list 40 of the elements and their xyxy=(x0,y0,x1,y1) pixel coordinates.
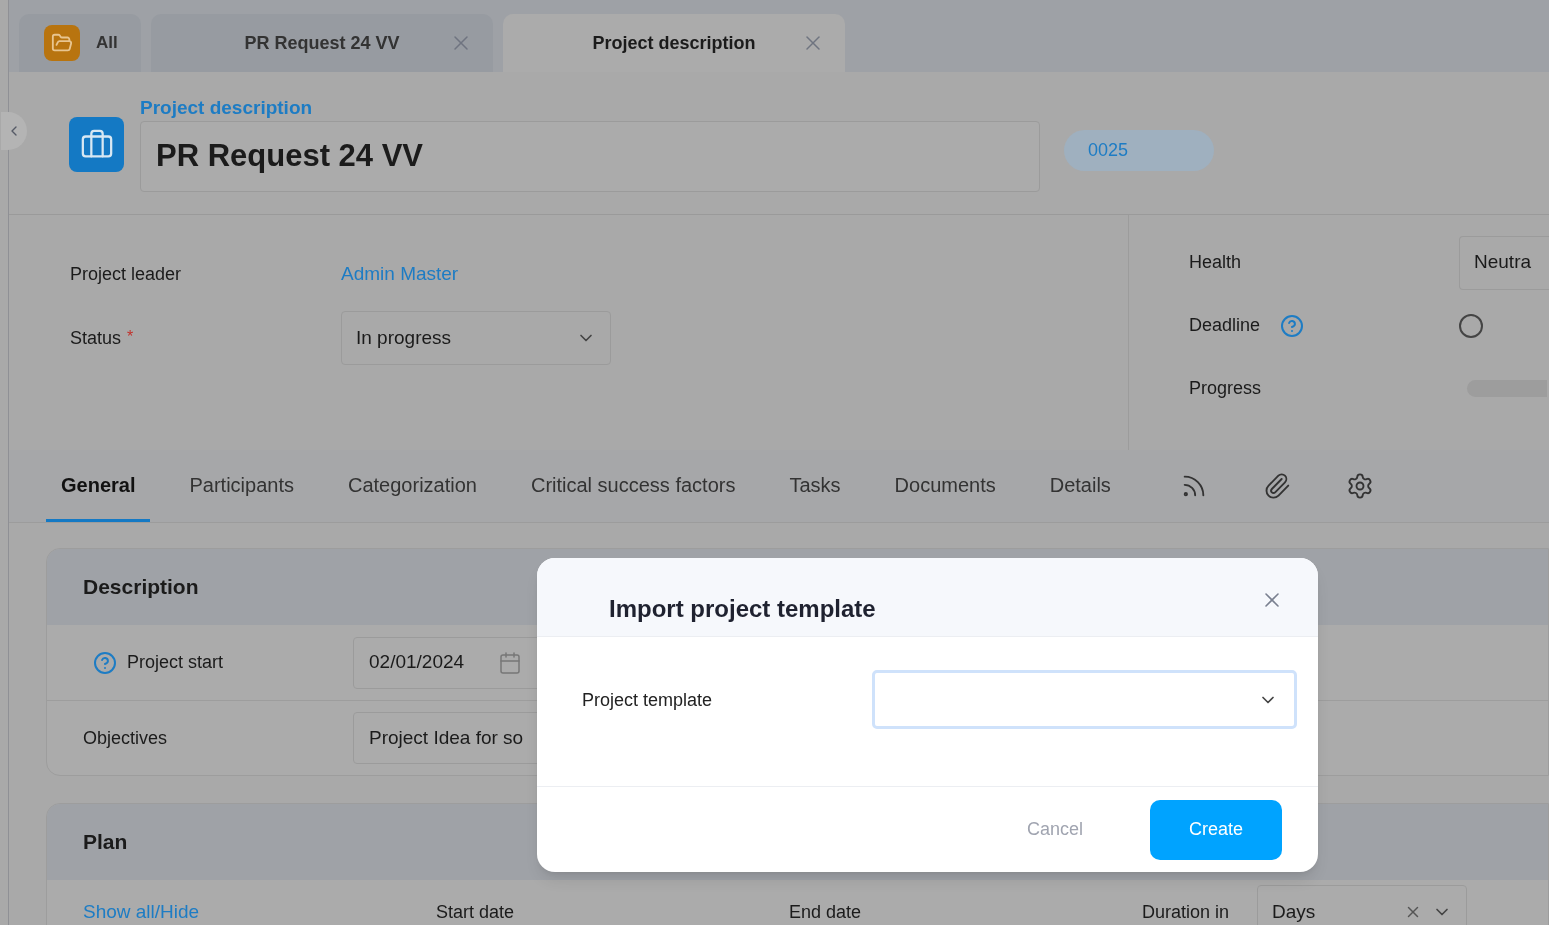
collapse-button[interactable] xyxy=(1,112,27,150)
template-select[interactable] xyxy=(872,670,1297,729)
section-tab[interactable]: Documents xyxy=(879,450,1011,522)
column-header: Start date xyxy=(436,900,516,924)
deadline-radio[interactable] xyxy=(1459,313,1483,338)
help-icon[interactable] xyxy=(93,650,117,675)
required-mark: * xyxy=(127,326,134,347)
field-label: Project start xyxy=(127,651,224,674)
section-tab[interactable]: Details xyxy=(1034,450,1126,522)
tab[interactable]: All xyxy=(19,14,141,72)
tab[interactable]: Project description xyxy=(503,14,845,72)
calendar-icon[interactable] xyxy=(498,650,523,675)
field-label: Project leader xyxy=(70,262,182,286)
section-tab[interactable]: Critical success factors xyxy=(515,450,751,522)
project-number: 0025 xyxy=(1064,129,1214,171)
card-title: Plan xyxy=(83,829,128,856)
field-label: Status xyxy=(70,326,122,350)
modal-title: Import project template xyxy=(609,594,876,624)
section-tab[interactable]: Tasks xyxy=(774,450,856,522)
field-label: Objectives xyxy=(83,726,168,750)
briefcase-icon xyxy=(69,117,124,172)
health-select[interactable]: Neutra xyxy=(1459,235,1549,290)
folder-icon xyxy=(44,25,80,61)
title-field[interactable]: PR Request 24 VV xyxy=(140,121,1040,192)
field-label: Deadline xyxy=(1189,314,1261,337)
field-label: Health xyxy=(1189,251,1242,274)
column-header: End date xyxy=(789,900,863,924)
create-button[interactable]: Create xyxy=(1150,799,1282,860)
help-icon[interactable] xyxy=(1280,313,1305,338)
card-title: Description xyxy=(83,574,199,601)
field-label: Progress xyxy=(1189,377,1262,400)
field-label: Project template xyxy=(582,689,714,712)
status-select[interactable]: In progress xyxy=(341,311,611,365)
tab[interactable]: PR Request 24 VV xyxy=(151,14,493,72)
column-header: Duration in xyxy=(1142,900,1231,924)
section-tab[interactable]: Participants xyxy=(174,450,309,522)
duration-select[interactable]: Days xyxy=(1257,885,1467,925)
caption: Project description xyxy=(140,96,314,120)
section-tab[interactable]: Categorization xyxy=(333,450,492,522)
section-tab[interactable]: General xyxy=(46,450,151,522)
